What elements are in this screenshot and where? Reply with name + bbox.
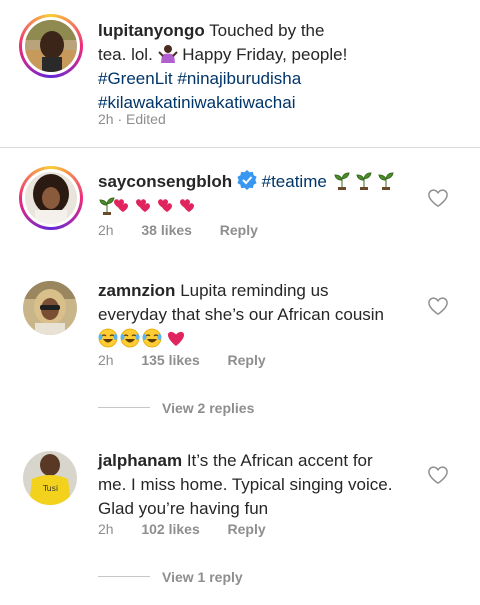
comment1-likes[interactable]: 38 likes	[141, 222, 192, 238]
comment3-meta: 2h 102 likes Reply	[98, 521, 266, 537]
comment3-reply-button[interactable]: Reply	[228, 521, 266, 537]
woman-shrugging-emoji-icon	[157, 43, 178, 63]
comment1-text: sayconsengbloh #teatime	[98, 170, 428, 220]
heart-icon[interactable]	[427, 188, 449, 208]
comment3-avatar[interactable]: Tusi	[23, 451, 77, 505]
comment2-likes[interactable]: 135 likes	[141, 352, 199, 368]
caption-edited: Edited	[126, 111, 166, 127]
comment1-reply-button[interactable]: Reply	[220, 222, 258, 238]
comment1-hashtag[interactable]: #teatime	[262, 172, 327, 191]
comment2-view-replies[interactable]: View 2 replies	[162, 400, 254, 416]
comment1-time: 2h	[98, 222, 114, 238]
comment3-likes[interactable]: 102 likes	[141, 521, 199, 537]
caption-text: lupitanyongo Touched by the tea. lol. Ha…	[98, 19, 468, 115]
comment2-username[interactable]: zamnzion	[98, 281, 175, 300]
caption-meta: 2h · Edited	[98, 111, 166, 127]
comment3-text: jalphanam It’s the African accent for me…	[98, 451, 393, 518]
comment1-avatar[interactable]	[19, 166, 83, 230]
comment3-username[interactable]: jalphanam	[98, 451, 182, 470]
laughing-tears-and-heart-emoji-icons	[98, 327, 188, 349]
svg-text:Tusi: Tusi	[42, 484, 58, 493]
caption-avatar[interactable]	[19, 14, 83, 78]
heart-icon[interactable]	[427, 296, 449, 316]
comment3-time: 2h	[98, 521, 114, 537]
caption-hashtags-line1[interactable]: #GreenLit #ninajiburudisha	[98, 67, 468, 91]
seedling-emoji-icons	[332, 170, 398, 190]
view-replies-line	[98, 407, 150, 408]
comment2-meta: 2h 135 likes Reply	[98, 352, 266, 368]
comment1-meta: 2h 38 likes Reply	[98, 222, 258, 238]
comment3-view-replies[interactable]: View 1 reply	[162, 569, 243, 585]
verified-badge-icon	[237, 170, 257, 190]
comment2-time: 2h	[98, 352, 114, 368]
heart-icon[interactable]	[427, 465, 449, 485]
comment1-username[interactable]: sayconsengbloh	[98, 172, 232, 191]
caption-username[interactable]: lupitanyongo	[98, 21, 205, 40]
comment2-reply-button[interactable]: Reply	[228, 352, 266, 368]
comment2-text: zamnzion Lupita reminding us everyday th…	[98, 279, 428, 353]
caption-time: 2h	[98, 111, 114, 127]
comment2-avatar[interactable]	[23, 281, 77, 335]
seedling-and-hearts-emoji-icons	[98, 194, 210, 216]
caption-divider	[0, 147, 480, 148]
view-replies-line	[98, 576, 150, 577]
